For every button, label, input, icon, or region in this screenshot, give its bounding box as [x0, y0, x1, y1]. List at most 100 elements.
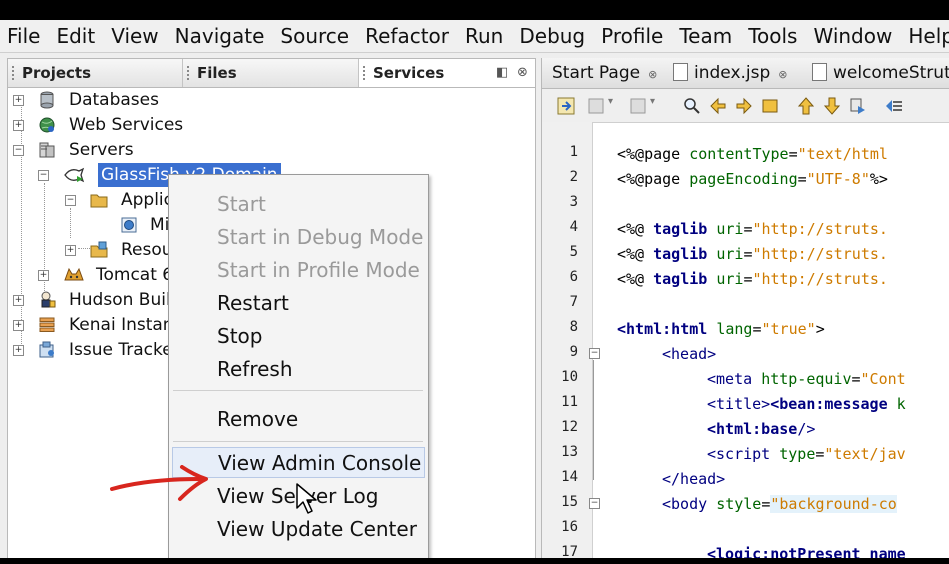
menu-tools[interactable]: Tools: [740, 24, 805, 48]
menu-profile[interactable]: Profile: [593, 24, 671, 48]
ide-window: File Edit View Navigate Source Refactor …: [0, 20, 949, 558]
menu-refactor[interactable]: Refactor: [357, 24, 457, 48]
expand-icon[interactable]: +: [13, 345, 24, 356]
menu-separator: [173, 390, 423, 391]
back-icon[interactable]: [586, 96, 606, 116]
code-line: <html:base/>: [707, 420, 816, 438]
menu-team[interactable]: Team: [671, 24, 740, 48]
mouse-cursor-icon: [296, 483, 317, 514]
file-icon: [812, 63, 827, 81]
expand-icon[interactable]: +: [38, 270, 49, 281]
tab-start-page[interactable]: Start Page ⊗: [552, 58, 657, 88]
menu-help[interactable]: Help: [900, 24, 949, 48]
tab-services[interactable]: Services ◧ ⊗: [359, 59, 535, 87]
code-editor[interactable]: <%@page contentType="text/html <%@page p…: [599, 122, 949, 558]
red-arrow-annotation: [110, 465, 208, 501]
menu-edit[interactable]: Edit: [48, 24, 103, 48]
code-line: <%@page contentType="text/html: [617, 145, 888, 163]
expand-icon[interactable]: +: [13, 295, 24, 306]
menu-bar: File Edit View Navigate Source Refactor …: [0, 20, 949, 53]
menu-item-start[interactable]: Start: [169, 189, 428, 220]
menu-file[interactable]: File: [0, 24, 48, 48]
web-module-icon: [121, 217, 137, 233]
forward-icon[interactable]: [628, 96, 648, 116]
code-line: <script type="text/jav: [707, 445, 906, 463]
grip-icon: [363, 66, 368, 80]
file-icon: [673, 63, 688, 81]
menu-item-start-profile[interactable]: Start in Profile Mode: [169, 255, 428, 286]
next-bookmark-icon[interactable]: [822, 96, 842, 116]
collapse-icon[interactable]: −: [13, 145, 24, 156]
last-edit-icon[interactable]: [556, 96, 576, 116]
dropdown-icon[interactable]: ▾: [650, 96, 670, 116]
folder-icon: [90, 194, 108, 208]
previous-bookmark-icon[interactable]: [796, 96, 816, 116]
menu-item-stop[interactable]: Stop: [169, 321, 428, 352]
expand-icon[interactable]: +: [65, 245, 76, 256]
menu-navigate[interactable]: Navigate: [167, 24, 273, 48]
collapse-icon[interactable]: −: [38, 170, 49, 181]
expand-icon[interactable]: +: [13, 95, 24, 106]
close-icon[interactable]: ⊗: [517, 59, 528, 87]
grip-icon: [12, 66, 17, 80]
tab-files[interactable]: Files: [183, 59, 359, 87]
code-line: <html:html lang="true">: [617, 320, 825, 338]
glassfish-icon: [64, 167, 85, 183]
code-line: <head>: [662, 345, 717, 363]
hudson-icon: [41, 291, 56, 308]
find-previous-icon[interactable]: [708, 96, 728, 116]
tree-item-web-services[interactable]: + Web Services: [8, 113, 528, 137]
editor-tabs: Start Page ⊗ index.jsp ⊗ welcomeStrut: [542, 58, 949, 89]
editor-area: Start Page ⊗ index.jsp ⊗ welcomeStrut ▾ ▾: [541, 58, 949, 558]
line-number-gutter: 1 2 3 4 5 6 7 8 9 10 11 12 13 14 15 16 1…: [542, 122, 593, 558]
find-icon[interactable]: [682, 96, 702, 116]
grip-icon: [187, 66, 192, 80]
tab-projects[interactable]: Projects: [8, 59, 183, 87]
tree-item-databases[interactable]: + Databases: [8, 88, 528, 112]
code-line: <%@ taglib uri="http://struts.: [617, 270, 888, 288]
menu-view[interactable]: View: [103, 24, 166, 48]
menu-debug[interactable]: Debug: [511, 24, 593, 48]
menu-item-restart[interactable]: Restart: [169, 288, 428, 319]
database-icon: [40, 91, 54, 109]
issue-tracker-icon: [39, 341, 54, 358]
code-line: <title><bean:message k: [707, 395, 906, 413]
expand-icon[interactable]: +: [13, 120, 24, 131]
code-line: <%@ taglib uri="http://struts.: [617, 220, 888, 238]
menu-item-refresh[interactable]: Refresh: [169, 354, 428, 385]
server-icon: [39, 142, 55, 158]
menu-item-start-debug[interactable]: Start in Debug Mode: [169, 222, 428, 253]
code-line: </head>: [662, 470, 726, 488]
menu-item-view-update-center[interactable]: View Update Center: [169, 514, 428, 545]
tab-index-jsp[interactable]: index.jsp ⊗: [673, 58, 788, 88]
close-icon[interactable]: ⊗: [648, 68, 657, 81]
close-icon[interactable]: ⊗: [778, 68, 787, 81]
tomcat-icon: [64, 267, 84, 281]
menu-separator: [173, 441, 423, 442]
dropdown-icon[interactable]: ▾: [608, 96, 628, 116]
toggle-highlight-icon[interactable]: [760, 96, 780, 116]
tab-welcome-struts[interactable]: welcomeStrut: [812, 58, 949, 88]
globe-icon: [39, 117, 55, 133]
tree-item-servers[interactable]: − Servers: [8, 138, 528, 162]
toggle-bookmark-icon[interactable]: [848, 96, 868, 116]
menu-run[interactable]: Run: [457, 24, 511, 48]
resources-icon: [90, 241, 108, 258]
code-line: <logic:notPresent name: [707, 545, 906, 558]
menu-source[interactable]: Source: [272, 24, 357, 48]
menu-window[interactable]: Window: [805, 24, 900, 48]
kenai-icon: [39, 317, 55, 332]
collapse-icon[interactable]: −: [65, 195, 76, 206]
code-line: <%@ taglib uri="http://struts.: [617, 245, 888, 263]
code-line: <%@page pageEncoding="UTF-8"%>: [617, 170, 888, 188]
panel-tabs: Projects Files Services ◧ ⊗: [8, 59, 535, 88]
find-next-icon[interactable]: [734, 96, 754, 116]
fold-line: [593, 360, 594, 480]
minimize-icon[interactable]: ◧: [496, 59, 508, 87]
expand-icon[interactable]: +: [13, 320, 24, 331]
editor-toolbar: ▾ ▾: [542, 89, 949, 123]
code-line: <body style="background-co: [662, 495, 897, 513]
shift-left-icon[interactable]: [884, 96, 904, 116]
menu-item-remove[interactable]: Remove: [169, 404, 428, 435]
code-line: <meta http-equiv="Cont: [707, 370, 906, 388]
